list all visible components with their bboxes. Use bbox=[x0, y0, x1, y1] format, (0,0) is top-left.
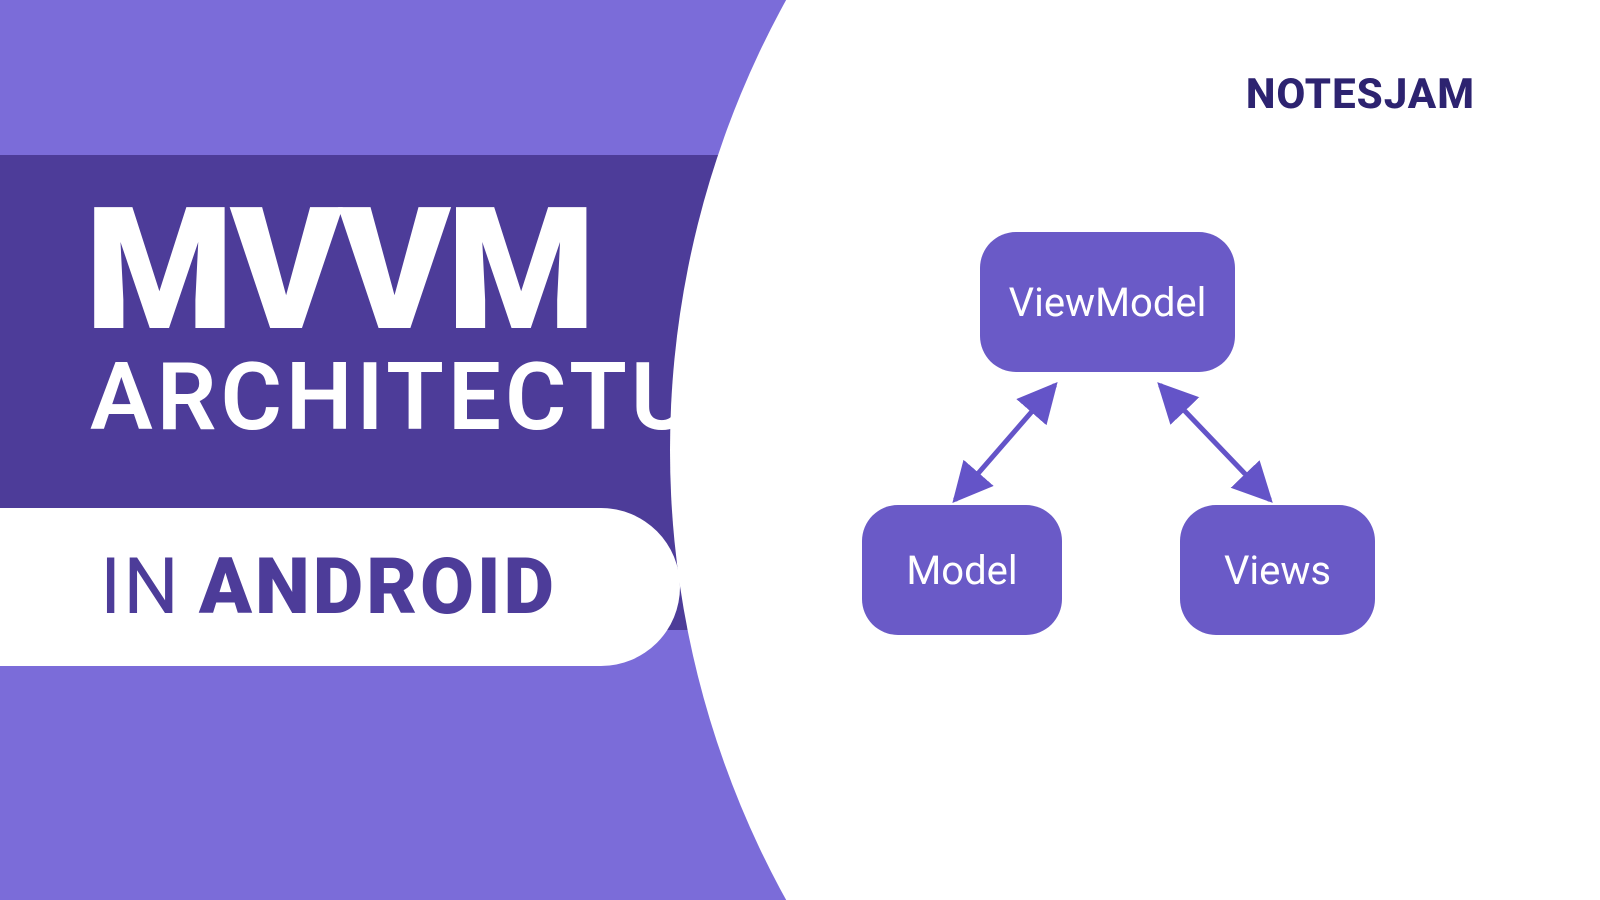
subtitle-pill: IN ANDROID bbox=[0, 508, 680, 666]
title-line-1: MVVM bbox=[85, 185, 592, 355]
subtitle-prefix: IN bbox=[100, 542, 181, 633]
diagram-node-model: Model bbox=[862, 505, 1062, 635]
subtitle-main: ANDROID bbox=[199, 542, 557, 633]
diagram-node-views: Views bbox=[1180, 505, 1375, 635]
brand-label: NOTESJAM bbox=[1246, 70, 1475, 119]
slide-canvas: NOTESJAM MVVM ARCHITECTURE IN ANDROID Vi… bbox=[0, 0, 1600, 900]
title-line-2: ARCHITECTURE bbox=[90, 350, 817, 444]
diagram-node-viewmodel: ViewModel bbox=[980, 232, 1235, 372]
